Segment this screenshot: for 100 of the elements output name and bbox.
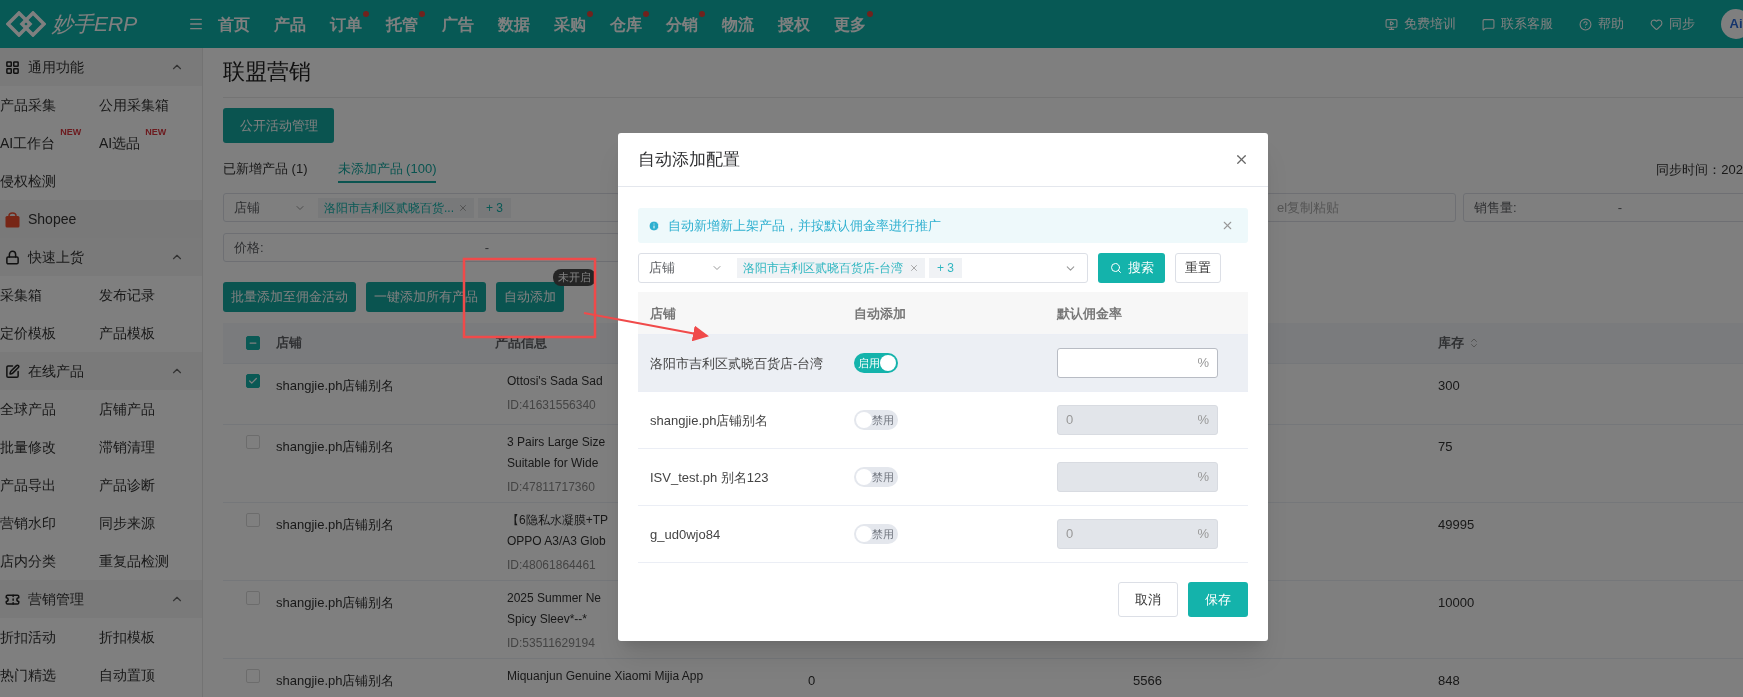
sync-time: 同步时间：202 bbox=[1656, 161, 1743, 180]
column-header: 自动添加 bbox=[854, 306, 906, 321]
sidebar-item[interactable]: 滞销清理 bbox=[99, 436, 155, 458]
store-tag: 洛阳市吉利区贰晓百货店-台湾 bbox=[737, 258, 925, 278]
table-cell: g_ud0wjo84 bbox=[650, 527, 721, 542]
checkbox[interactable] bbox=[246, 336, 260, 350]
price-range-field[interactable]: 价格: - bbox=[223, 233, 620, 262]
sidebar-item[interactable]: 折扣模板 bbox=[99, 626, 155, 648]
sidebar-item[interactable]: 产品诊断 bbox=[99, 474, 155, 496]
section-icon bbox=[5, 363, 20, 379]
section-header[interactable]: 在线产品 bbox=[0, 352, 202, 390]
platform-title: Shopee bbox=[28, 209, 77, 229]
sidebar-item[interactable]: 全球产品 bbox=[0, 398, 56, 420]
rate-field[interactable]: % bbox=[1057, 348, 1218, 378]
table-cell: 49995 bbox=[1438, 517, 1475, 532]
info-icon bbox=[648, 219, 660, 232]
cancel-button[interactable]: 取消 bbox=[1118, 582, 1178, 617]
table-cell: 300 bbox=[1438, 378, 1460, 393]
close-icon[interactable] bbox=[1221, 219, 1234, 232]
sidebar-item[interactable]: 同步来源 bbox=[99, 512, 155, 534]
sidebar-item[interactable]: 定价模板 bbox=[0, 322, 56, 344]
new-label: NEW bbox=[145, 125, 167, 139]
monitor-icon bbox=[1385, 17, 1398, 31]
product-name-line: Miquanjun Genuine Xiaomi Mijia App bbox=[507, 668, 704, 684]
sidebar-item[interactable]: 重复品检测 bbox=[99, 550, 169, 572]
product-name-line: 2025 Summer Ne bbox=[507, 590, 602, 606]
search-icon bbox=[1109, 262, 1122, 274]
top-link[interactable]: 联系客服 bbox=[1501, 14, 1553, 34]
save-button[interactable]: 保存 bbox=[1188, 582, 1248, 617]
sales-range-field[interactable]: 销售量: - bbox=[1463, 193, 1743, 222]
column-header: 默认佣金率 bbox=[1057, 306, 1122, 321]
sidebar-item[interactable]: 产品导出 bbox=[0, 474, 56, 496]
shopping-bag-icon bbox=[5, 210, 20, 228]
section-icon bbox=[5, 59, 20, 75]
menu-icon[interactable] bbox=[188, 16, 204, 32]
toggle-switch[interactable]: 启用 bbox=[854, 353, 898, 373]
section-title: 快速上货 bbox=[28, 247, 84, 267]
sidebar-item[interactable]: 产品模板 bbox=[99, 322, 155, 344]
store-select[interactable]: 店铺 洛阳市吉利区贰晓百货店-台湾 + 3 bbox=[638, 253, 1088, 283]
logo-icon bbox=[6, 11, 46, 37]
help-icon bbox=[1579, 17, 1592, 31]
table-cell: 848 bbox=[1438, 673, 1460, 688]
toggle-switch[interactable]: 禁用 bbox=[854, 467, 898, 487]
tab[interactable]: 未添加产品 (100) bbox=[337, 157, 437, 183]
table-cell: 5566 bbox=[1133, 673, 1162, 688]
nav-item[interactable]: 广告 bbox=[442, 11, 481, 37]
sidebar-item[interactable]: 批量修改 bbox=[0, 436, 56, 458]
top-link[interactable]: 免费培训 bbox=[1404, 14, 1456, 34]
action-button[interactable]: 批量添加至佣金活动 bbox=[223, 282, 356, 312]
top-link[interactable]: 同步 bbox=[1669, 14, 1695, 34]
platform-header[interactable]: Shopee bbox=[0, 200, 202, 238]
sidebar-item[interactable]: 营销水印 bbox=[0, 512, 56, 534]
table-cell: shangjie.ph店铺别名 bbox=[276, 439, 395, 454]
product-name-line: Spicy Sleev*--* bbox=[507, 611, 588, 627]
table-cell: 75 bbox=[1438, 439, 1453, 454]
column-header[interactable]: 库存 bbox=[1438, 333, 1480, 353]
section-header[interactable]: 快速上货 bbox=[0, 238, 202, 276]
section-header[interactable]: 营销管理 bbox=[0, 580, 202, 618]
sidebar-item[interactable]: 热门精选 bbox=[0, 664, 56, 686]
search-button[interactable]: 搜索 bbox=[1098, 253, 1165, 283]
alert-text: 自动新增新上架产品，并按默认佣金率进行推广 bbox=[668, 216, 941, 235]
product-name-line: Suitable for Wide bbox=[507, 455, 599, 471]
table-cell: shangjie.ph店铺别名 bbox=[276, 378, 395, 393]
more-tag: + 3 bbox=[929, 258, 962, 278]
sidebar-item[interactable]: 店铺产品 bbox=[99, 398, 155, 420]
sidebar-item[interactable]: 发布记录 bbox=[99, 284, 155, 306]
action-button[interactable]: 自动添加 bbox=[496, 282, 564, 312]
toggle-switch[interactable]: 禁用 bbox=[854, 524, 898, 544]
avatar[interactable]: Ai bbox=[1721, 9, 1743, 39]
tab[interactable]: 已新增产品 (1) bbox=[223, 157, 308, 183]
table-cell: 0 bbox=[808, 673, 816, 688]
section-title: 通用功能 bbox=[28, 57, 84, 77]
product-name-line: OPPO A3/A3 Glob bbox=[507, 533, 606, 549]
table-cell: ISV_test.ph 别名123 bbox=[650, 470, 769, 485]
sidebar-item[interactable]: 侵权检测 bbox=[0, 170, 56, 192]
sidebar-item[interactable]: 产品采集 bbox=[0, 94, 56, 116]
chat-icon bbox=[1482, 17, 1495, 31]
product-id: ID:41631556340 bbox=[507, 397, 596, 413]
top-link[interactable]: 帮助 bbox=[1598, 14, 1624, 34]
toggle-switch[interactable]: 禁用 bbox=[854, 410, 898, 430]
table-cell: shangjie.ph店铺别名 bbox=[650, 413, 769, 428]
heart-icon bbox=[1650, 17, 1663, 31]
store-select[interactable]: 店铺 洛阳市吉利区贰晓百货... + 3 bbox=[223, 193, 620, 222]
product-id: ID:48061864461 bbox=[507, 557, 596, 573]
section-icon bbox=[5, 591, 20, 607]
section-header[interactable]: 通用功能 bbox=[0, 48, 202, 86]
product-id: ID:47811717360 bbox=[507, 479, 595, 495]
checkbox[interactable] bbox=[246, 374, 260, 388]
table-cell: shangjie.ph店铺别名 bbox=[276, 595, 395, 610]
column-header: 店铺 bbox=[650, 306, 676, 321]
sidebar-item[interactable]: 自动置顶 bbox=[99, 664, 155, 686]
close-icon[interactable] bbox=[1234, 152, 1249, 167]
sort-icon[interactable] bbox=[1468, 337, 1480, 349]
reset-button[interactable]: 重置 bbox=[1175, 253, 1221, 283]
sidebar-item[interactable]: 折扣活动 bbox=[0, 626, 56, 648]
sidebar-item[interactable]: 采集箱 bbox=[0, 284, 42, 306]
sidebar-item[interactable]: 公用采集箱 bbox=[99, 94, 169, 116]
sidebar-item[interactable]: 店内分类 bbox=[0, 550, 56, 572]
logo-text: 妙手ERP bbox=[52, 11, 138, 38]
manage-button[interactable]: 公开活动管理 bbox=[223, 108, 334, 143]
